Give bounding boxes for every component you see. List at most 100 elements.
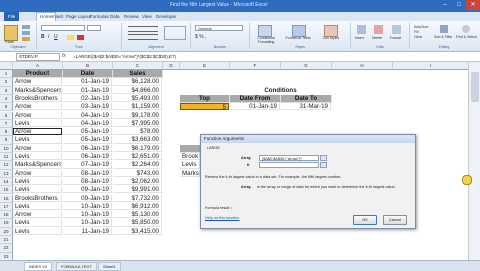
row-header[interactable]: 11 [0,153,13,162]
sales-cell[interactable]: $5,850.00 [113,219,162,227]
date-cell[interactable]: 11-Jan-19 [63,227,112,235]
array-input[interactable]: ($A$2:$A$30="Arrow")* [259,155,319,161]
sales-cell[interactable]: $9,991.00 [113,186,162,194]
lower-table-cell[interactable]: Brook [180,153,200,161]
date-cell[interactable]: 05-Jan-19 [63,128,112,136]
sales-cell[interactable]: $2,062.00 [113,177,162,186]
collapse-dialog-icon[interactable] [320,155,327,161]
date-cell[interactable]: 06-Jan-19 [63,153,112,161]
sales-cell[interactable]: $4,866.00 [113,86,162,94]
bold-icon[interactable]: B [41,34,45,40]
product-cell[interactable]: Levis [13,186,62,194]
format-cells-label[interactable]: Format [390,36,401,40]
product-cell[interactable]: Arrow [13,111,62,119]
column-header[interactable]: I [393,62,469,70]
merge-center-icon[interactable] [164,26,186,40]
column-header[interactable]: F [230,62,281,70]
date-cell[interactable]: 10-Jan-19 [63,211,112,219]
column-header[interactable]: D [163,62,180,70]
date-cell[interactable]: 10-Jan-19 [63,219,112,227]
tab-insert[interactable]: Insert [52,14,63,19]
sales-cell[interactable]: $7,995.00 [113,119,162,128]
copy-icon[interactable] [22,31,30,35]
date-cell[interactable]: 01-Jan-19 [63,78,112,86]
top-value-cell[interactable]: 5 [180,103,229,111]
product-cell[interactable]: Levis [13,219,62,227]
paste-icon[interactable] [4,25,18,41]
row-header[interactable]: 20 [0,227,13,236]
row-header[interactable]: 1 [0,70,13,79]
column-header[interactable]: A [13,62,63,70]
italic-icon[interactable]: I [48,34,49,40]
font-name-box[interactable] [41,25,85,31]
fx-icon[interactable]: fx [62,53,66,59]
row-header[interactable]: 14 [0,177,13,187]
column-header[interactable]: G [281,62,332,70]
row-header[interactable]: 5 [0,103,13,112]
tab-file[interactable]: File [4,12,20,21]
sales-cell[interactable]: $3,663.00 [113,136,162,144]
cut-icon[interactable] [22,25,30,29]
sales-cell[interactable]: $6,128.00 [113,78,162,86]
conditions-header-cell[interactable]: Top [180,94,230,104]
name-box[interactable]: STDEV.P [16,53,60,61]
product-cell[interactable]: Marks&Spencers [13,161,62,169]
minimize-button[interactable]: – [438,0,452,10]
tab-review[interactable]: Review [124,14,139,19]
row-header[interactable]: 21 [0,236,13,245]
date-cell[interactable]: 10-Jan-19 [63,202,112,211]
row-header[interactable]: 22 [0,244,13,253]
sales-cell[interactable]: $3,415.00 [113,227,162,235]
fill-color-icon[interactable] [67,35,74,40]
sales-cell[interactable]: $1,159.00 [113,103,162,111]
maximize-button[interactable]: □ [452,0,466,10]
tab-view[interactable]: View [142,14,152,19]
lower-table-cell[interactable]: Marks [180,169,200,177]
row-header[interactable]: 3 [0,86,13,95]
date-cell[interactable]: 02-Jan-19 [63,94,112,103]
date-cell[interactable]: 06-Jan-19 [63,144,112,152]
scroll-thumb[interactable] [471,72,479,102]
indent-icon[interactable] [128,34,158,40]
date-cell[interactable]: 04-Jan-19 [63,119,112,128]
column-header[interactable]: C [113,62,163,70]
currency-icon[interactable]: $ % , [195,34,206,40]
product-cell[interactable]: BrooksBrothers [13,94,62,103]
row-header[interactable]: 9 [0,136,13,145]
conditions-value-cell[interactable]: 01-Jan-19 [230,103,280,111]
conditions-title[interactable]: Conditions [230,87,331,94]
clear-button[interactable]: Clear [414,35,422,39]
insert-cells-label[interactable]: Insert [355,36,364,40]
date-cell[interactable]: 05-Jan-19 [63,136,112,144]
close-button[interactable]: ✕ [466,0,480,10]
sort-filter-icon[interactable] [440,25,448,33]
date-cell[interactable]: 03-Jan-19 [63,103,112,111]
row-header[interactable]: 2 [0,78,13,87]
sort-filter-label[interactable]: Sort & Filter [434,35,452,39]
table-header-cell[interactable]: Product [13,70,63,79]
delete-cells-icon[interactable] [374,25,383,34]
sales-cell[interactable]: $5,130.00 [113,211,162,219]
sales-cell[interactable]: $2,264.00 [113,161,162,169]
row-header[interactable]: 8 [0,128,13,137]
tab-data[interactable]: Data [110,14,120,19]
select-all-corner[interactable] [0,62,13,70]
conditions-header-cell[interactable]: Date To [281,94,332,104]
font-size-box[interactable] [87,25,101,31]
product-cell[interactable]: Arrow [13,103,62,111]
date-cell[interactable]: 08-Jan-19 [63,169,112,177]
find-select-icon[interactable] [462,25,470,33]
table-header-cell[interactable]: Sales [113,70,163,79]
tab-formulas[interactable]: Formulas [90,14,109,19]
row-header[interactable]: 16 [0,194,13,203]
row-header[interactable]: 19 [0,219,13,228]
product-cell[interactable]: Levis [13,202,62,211]
date-cell[interactable]: 09-Jan-19 [63,194,112,202]
row-header[interactable]: 7 [0,119,13,129]
row-header[interactable]: 13 [0,169,13,178]
tab-developer[interactable]: Developer [156,14,177,19]
product-cell[interactable]: Levis [13,119,62,128]
conditions-value-cell[interactable]: 31-Mar-19 [281,103,331,111]
find-select-label[interactable]: Find & Select [456,35,477,39]
product-cell[interactable]: Arrow [13,144,62,152]
